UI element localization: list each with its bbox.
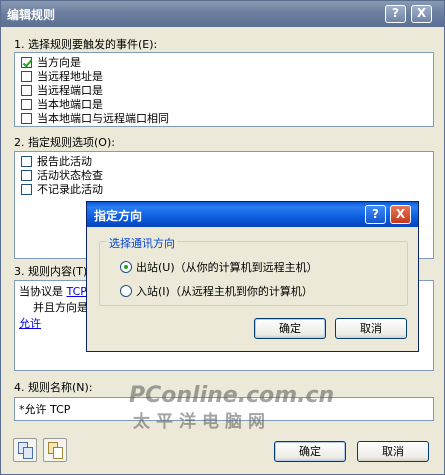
direction-group-label: 选择通讯方向 — [107, 235, 177, 251]
checkbox[interactable] — [21, 98, 32, 110]
events-section-label: 1. 选择规则要触发的事件(E): — [14, 38, 158, 51]
help-button[interactable]: ? — [385, 5, 406, 23]
action-link[interactable]: 允许 — [19, 317, 41, 330]
rule-name-value: *允许 TCP — [19, 403, 71, 416]
dialog-help-button[interactable]: ? — [365, 205, 386, 224]
option-item-report[interactable]: 报告此活动 — [21, 154, 92, 168]
dialog-ok-button[interactable]: 确定 — [254, 318, 326, 339]
event-item-same-port[interactable]: 当本地端口与远程端口相同 — [21, 111, 169, 125]
paste-icon-button[interactable] — [43, 438, 67, 462]
outbound-option[interactable]: 出站(U)（从你的计算机到远程主机） — [120, 259, 318, 275]
cancel-button[interactable]: 取消 — [357, 441, 429, 462]
dialog-cancel-button[interactable]: 取消 — [335, 318, 407, 339]
protocol-link[interactable]: TCP — [67, 285, 87, 298]
rule-content-label: 3. 规则内容(T) — [14, 265, 88, 278]
direction-dialog: 指定方向 ? X 选择通讯方向 出站(U)（从你的计算机到远程主机） 入站(I)… — [86, 201, 419, 352]
option-item-stateful[interactable]: 活动状态检查 — [21, 168, 103, 182]
checkbox[interactable] — [21, 70, 32, 82]
paste-icon-page — [53, 447, 63, 459]
rule-name-label: 4. 规则名称(N): — [14, 381, 93, 394]
option-item-no-log[interactable]: 不记录此活动 — [21, 182, 103, 196]
checkbox[interactable] — [21, 112, 32, 124]
dialog-title: 指定方向 — [94, 209, 143, 223]
radio-button[interactable] — [120, 261, 132, 273]
checkbox[interactable] — [21, 169, 32, 181]
event-item-remote-port[interactable]: 当远程端口是 — [21, 83, 103, 97]
event-item-direction[interactable]: 当方向是 — [21, 55, 81, 69]
checkbox[interactable] — [21, 56, 32, 68]
window-title: 编辑规则 — [7, 8, 56, 22]
inbound-option[interactable]: 入站(I)（从远程主机到你的计算机） — [120, 283, 313, 299]
checkbox[interactable] — [21, 183, 32, 195]
dialog-title-bar[interactable]: 指定方向 ? X — [87, 202, 418, 227]
watermark-logo-text: PConline.com.cn — [129, 383, 335, 408]
watermark-subtitle: 太平洋电脑网 — [133, 412, 271, 432]
checkbox[interactable] — [21, 84, 32, 96]
options-section-label: 2. 指定规则选项(O): — [14, 136, 115, 149]
copy-icon-button[interactable] — [13, 438, 37, 462]
title-bar[interactable]: 编辑规则 ? X — [1, 1, 444, 27]
events-list: 当方向是 当远程地址是 当远程端口是 当本地端口是 当本地端口与远程端口相同 — [14, 52, 434, 127]
copy-icon-page — [23, 447, 33, 459]
event-item-local-port[interactable]: 当本地端口是 — [21, 97, 103, 111]
ok-button[interactable]: 确定 — [274, 441, 346, 462]
dialog-close-button[interactable]: X — [390, 205, 411, 224]
radio-button[interactable] — [120, 285, 132, 297]
checkbox[interactable] — [21, 155, 32, 167]
event-item-remote-address[interactable]: 当远程地址是 — [21, 69, 103, 83]
close-button[interactable]: X — [411, 5, 432, 23]
